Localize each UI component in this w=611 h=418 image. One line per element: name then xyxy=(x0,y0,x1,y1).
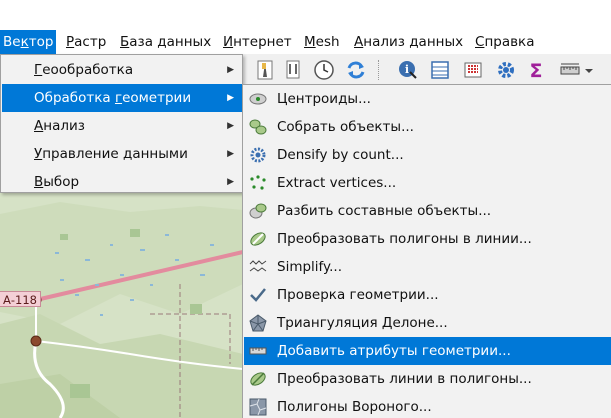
submenu-item-label: Добавить атрибуты геометрии... xyxy=(277,343,511,359)
vector-menu-item-selection[interactable]: Выбор ▶ xyxy=(2,168,242,196)
voronoi-icon xyxy=(249,398,267,416)
menu-label: правка xyxy=(484,34,535,50)
submenu-item-label: Преобразовать линии в полигоны... xyxy=(277,371,532,387)
submenu-arrow-icon: ▶ xyxy=(227,121,234,131)
menu-item-label: Анализ xyxy=(34,118,85,134)
pin-bookmark-icon[interactable] xyxy=(282,59,304,81)
menu-mesh[interactable]: Mesh xyxy=(301,30,343,54)
road-label: А-118 xyxy=(0,291,41,307)
menu-raster[interactable]: Растр xyxy=(63,30,109,54)
submenu-arrow-icon: ▶ xyxy=(227,149,234,159)
check-validity-icon xyxy=(249,286,267,304)
menu-vector[interactable]: Вектор xyxy=(0,30,57,54)
menu-label-accel: к xyxy=(20,34,29,50)
submenu-item-multipart-to-single[interactable]: Разбить составные объекты... xyxy=(244,197,611,225)
menu-label: астр xyxy=(74,34,107,50)
dropdown-arrow-icon[interactable] xyxy=(583,59,595,81)
vector-menu-item-data-management[interactable]: Управление данными ▶ xyxy=(2,140,242,168)
window-top-strip xyxy=(0,0,611,30)
submenu-item-extract-vertices[interactable]: Extract vertices... xyxy=(244,169,611,197)
submenu-item-label: Разбить составные объекты... xyxy=(277,203,492,219)
submenu-item-label: Полигоны Вороного... xyxy=(277,399,432,415)
attribute-table-icon[interactable] xyxy=(429,59,451,81)
submenu-arrow-icon: ▶ xyxy=(227,177,234,187)
vector-menu-item-analysis[interactable]: Анализ ▶ xyxy=(2,112,242,140)
statistics-icon[interactable] xyxy=(462,59,484,81)
submenu-item-label: Densify by count... xyxy=(277,147,404,163)
menu-label-accel: И xyxy=(223,34,234,50)
menu-label-accel: Р xyxy=(66,34,75,50)
vector-menu-item-geometry-tools[interactable]: Обработка геометрии ▶ xyxy=(2,84,242,112)
settings-gear-icon[interactable] xyxy=(495,59,517,81)
submenu-item-add-geometry-attributes[interactable]: Добавить атрибуты геометрии... xyxy=(244,337,611,365)
submenu-item-collect-geometries[interactable]: Собрать объекты... xyxy=(244,113,611,141)
menu-item-label: Геообработка xyxy=(34,62,134,78)
lines-to-polygons-icon xyxy=(249,370,267,388)
menu-label: нализ данных xyxy=(363,34,464,50)
multipart-to-singleparts-icon xyxy=(249,202,267,220)
delaunay-icon xyxy=(249,314,267,332)
densify-icon xyxy=(249,146,267,164)
menu-item-label: Управление данными xyxy=(34,146,188,162)
clock-icon[interactable] xyxy=(313,59,335,81)
menu-item-label: Выбор xyxy=(34,174,80,190)
submenu-item-label: Extract vertices... xyxy=(277,175,397,191)
menu-label: esh xyxy=(315,34,340,50)
toolbar: i Σ xyxy=(232,54,611,84)
extract-vertices-icon xyxy=(249,174,267,192)
submenu-item-check-validity[interactable]: Проверка геометрии... xyxy=(244,281,611,309)
menu-label: Ве xyxy=(3,34,21,50)
collect-geometries-icon xyxy=(249,118,267,136)
submenu-item-delaunay[interactable]: Триангуляция Делоне... xyxy=(244,309,611,337)
submenu-item-simplify[interactable]: Simplify... xyxy=(244,253,611,281)
centroids-icon xyxy=(249,90,267,108)
submenu-item-label: Проверка геометрии... xyxy=(277,287,439,303)
submenu-item-label: Собрать объекты... xyxy=(277,119,414,135)
menu-label: тор xyxy=(28,34,54,50)
refresh-icon[interactable] xyxy=(345,59,367,81)
submenu-arrow-icon: ▶ xyxy=(227,65,234,75)
submenu-arrow-icon: ▶ xyxy=(227,93,234,103)
menu-database[interactable]: База данных xyxy=(117,30,214,54)
menu-internet[interactable]: Интернет xyxy=(220,30,295,54)
measure-ruler-icon[interactable] xyxy=(559,59,581,81)
submenu-item-label: Преобразовать полигоны в линии... xyxy=(277,231,532,247)
submenu-item-label: Simplify... xyxy=(277,259,342,275)
submenu-item-densify[interactable]: Densify by count... xyxy=(244,141,611,169)
menu-data-analysis[interactable]: Анализ данных xyxy=(351,30,466,54)
submenu-item-label: Центроиды... xyxy=(277,91,371,107)
menu-label-accel: Б xyxy=(120,34,130,50)
menu-label: нтернет xyxy=(233,34,292,50)
simplify-icon xyxy=(249,258,267,276)
menu-label: аза данных xyxy=(129,34,212,50)
submenu-item-lines-to-polygons[interactable]: Преобразовать линии в полигоны... xyxy=(244,365,611,393)
polygons-to-lines-icon xyxy=(249,230,267,248)
toolbar-separator xyxy=(378,60,379,80)
svg-text:i: i xyxy=(405,63,409,76)
identify-icon[interactable]: i xyxy=(397,59,419,81)
bookmark-icon[interactable] xyxy=(254,59,276,81)
submenu-item-voronoi[interactable]: Полигоны Вороного... xyxy=(244,393,611,418)
menu-help[interactable]: Справка xyxy=(472,30,538,54)
submenu-item-centroids[interactable]: Центроиды... xyxy=(244,85,611,113)
add-geometry-attributes-icon xyxy=(249,342,267,360)
submenu-item-polygons-to-lines[interactable]: Преобразовать полигоны в линии... xyxy=(244,225,611,253)
menu-label-accel: M xyxy=(304,34,316,50)
menu-label-accel: А xyxy=(354,34,364,50)
vector-menu-dropdown: Геообработка ▶ Обработка геометрии ▶ Ана… xyxy=(0,54,243,193)
submenu-item-label: Триангуляция Делоне... xyxy=(277,315,448,331)
vector-menu-item-geoprocessing[interactable]: Геообработка ▶ xyxy=(2,56,242,84)
geometry-tools-submenu: Центроиды... Собрать объекты... Densify … xyxy=(242,84,611,418)
sum-icon[interactable]: Σ xyxy=(525,59,547,82)
svg-text:Σ: Σ xyxy=(530,60,543,81)
menu-item-label: Обработка геометрии xyxy=(34,90,192,106)
menubar: Вектор Растр База данных Интернет Mesh А… xyxy=(0,30,611,54)
